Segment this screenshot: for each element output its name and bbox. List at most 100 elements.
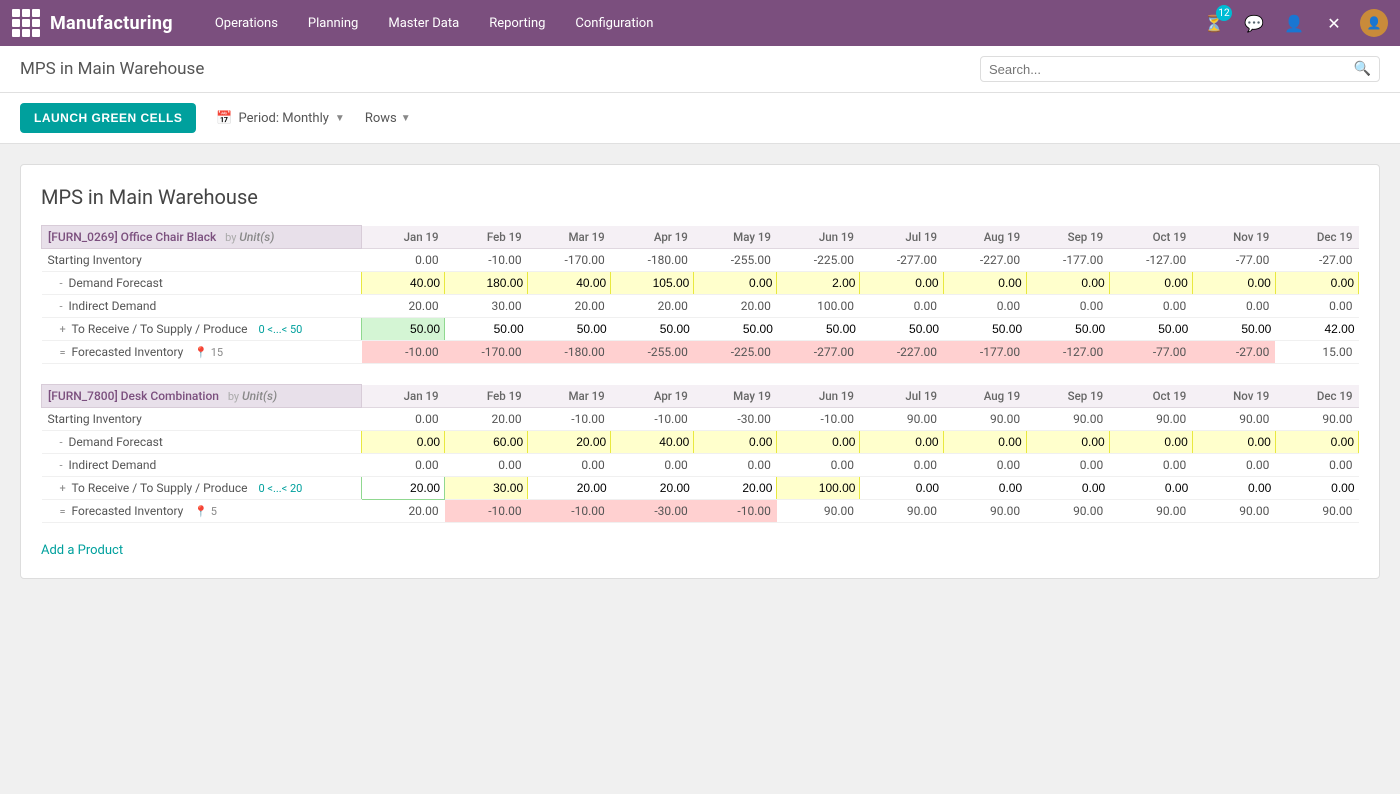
editable-cell[interactable] [611,431,694,454]
editable-cell[interactable] [528,318,611,341]
cell: 0.00 [1026,454,1109,477]
editable-cell[interactable] [1109,318,1192,341]
editable-cell[interactable] [777,272,860,295]
editable-cell[interactable] [860,431,943,454]
product-2-link[interactable]: [FURN_7800] Desk Combination [48,389,219,403]
nav-master-data[interactable]: Master Data [376,10,471,37]
month-1-5: May 19 [694,226,777,249]
editable-cell[interactable] [1192,272,1275,295]
cell: -180.00 [611,249,694,272]
cell: 30.00 [445,295,528,318]
month-1-11: Nov 19 [1192,226,1275,249]
cell: 0.00 [860,454,943,477]
month-1-1: Jan 19 [362,226,445,249]
nav-configuration[interactable]: Configuration [563,10,665,37]
editable-cell[interactable] [1026,477,1109,500]
nav-planning[interactable]: Planning [296,10,370,37]
editable-cell[interactable] [445,272,528,295]
action-bar: LAUNCH GREEN CELLS 📅 Period: Monthly ▼ R… [0,93,1400,144]
cell: 0.00 [1109,295,1192,318]
row-label: = Forecasted Inventory 📍 5 [42,500,362,523]
editable-cell[interactable] [1026,272,1109,295]
editable-cell[interactable] [528,272,611,295]
table-row: Starting Inventory 0.00 -10.00 -170.00 -… [42,249,1359,272]
editable-cell[interactable] [777,431,860,454]
editable-cell[interactable] [362,477,445,500]
cell: 0.00 [1192,295,1275,318]
editable-cell[interactable] [1275,477,1358,500]
editable-cell[interactable] [1109,477,1192,500]
editable-cell[interactable] [611,477,694,500]
editable-cell[interactable] [1109,272,1192,295]
month-2-7: Jul 19 [860,385,943,408]
editable-cell[interactable] [943,431,1026,454]
editable-cell[interactable] [1192,477,1275,500]
rows-control[interactable]: Rows ▼ [365,111,411,126]
users-icon[interactable]: 👤 [1280,9,1308,37]
nav-operations[interactable]: Operations [203,10,290,37]
editable-cell[interactable] [445,318,528,341]
row-label: - Demand Forecast [42,431,362,454]
editable-cell[interactable] [860,272,943,295]
editable-cell[interactable] [860,318,943,341]
editable-cell[interactable] [362,318,445,341]
launch-green-cells-button[interactable]: LAUNCH GREEN CELLS [20,103,196,133]
rows-label: Rows [365,111,397,126]
editable-cell[interactable] [694,318,777,341]
cell: 0.00 [860,295,943,318]
cell: 20.00 [528,295,611,318]
close-icon[interactable]: ✕ [1320,9,1348,37]
editable-cell[interactable] [1026,431,1109,454]
user-avatar[interactable]: 👤 [1360,9,1388,37]
period-control[interactable]: 📅 Period: Monthly ▼ [216,111,344,126]
editable-cell[interactable] [445,431,528,454]
editable-cell[interactable] [1192,318,1275,341]
editable-cell[interactable] [694,477,777,500]
cell: 20.00 [445,408,528,431]
editable-cell[interactable] [1275,272,1358,295]
editable-cell[interactable] [611,272,694,295]
cell: -10.00 [777,408,860,431]
cell: 90.00 [777,500,860,523]
editable-cell[interactable] [1275,431,1358,454]
editable-cell[interactable] [694,272,777,295]
editable-cell[interactable] [611,318,694,341]
range-label: 0 <...< 50 [258,323,302,336]
cell: -10.00 [694,500,777,523]
editable-cell[interactable] [528,477,611,500]
editable-cell[interactable] [362,272,445,295]
cell: 0.00 [362,249,445,272]
grid-menu-icon[interactable] [12,9,40,37]
search-icon: 🔍 [1354,61,1371,77]
cell: 0.00 [1109,454,1192,477]
nav-reporting[interactable]: Reporting [477,10,557,37]
search-input[interactable] [989,62,1354,77]
cell: 90.00 [1275,500,1358,523]
clock-icon[interactable]: ⏳ 12 [1200,9,1228,37]
month-2-8: Aug 19 [943,385,1026,408]
pin-info-2: 📍 5 [194,505,217,518]
product-2-by: by [228,390,239,403]
editable-cell[interactable] [362,431,445,454]
product-1-link[interactable]: [FURN_0269] Office Chair Black [48,230,216,244]
cell: 90.00 [1109,500,1192,523]
editable-cell[interactable] [943,318,1026,341]
editable-cell[interactable] [528,431,611,454]
cell: 0.00 [1192,454,1275,477]
editable-cell[interactable] [777,477,860,500]
editable-cell[interactable] [1026,318,1109,341]
editable-cell[interactable] [1192,431,1275,454]
editable-cell[interactable] [694,431,777,454]
chat-icon[interactable]: 💬 [1240,9,1268,37]
editable-cell[interactable] [1275,318,1358,341]
editable-cell[interactable] [943,477,1026,500]
add-product-link[interactable]: Add a Product [41,543,123,558]
cell: -127.00 [1026,341,1109,364]
editable-cell[interactable] [777,318,860,341]
editable-cell[interactable] [445,477,528,500]
editable-cell[interactable] [943,272,1026,295]
month-2-1: Jan 19 [362,385,445,408]
editable-cell[interactable] [1109,431,1192,454]
product-2-table: [FURN_7800] Desk Combination by Unit(s) … [41,384,1359,523]
editable-cell[interactable] [860,477,943,500]
